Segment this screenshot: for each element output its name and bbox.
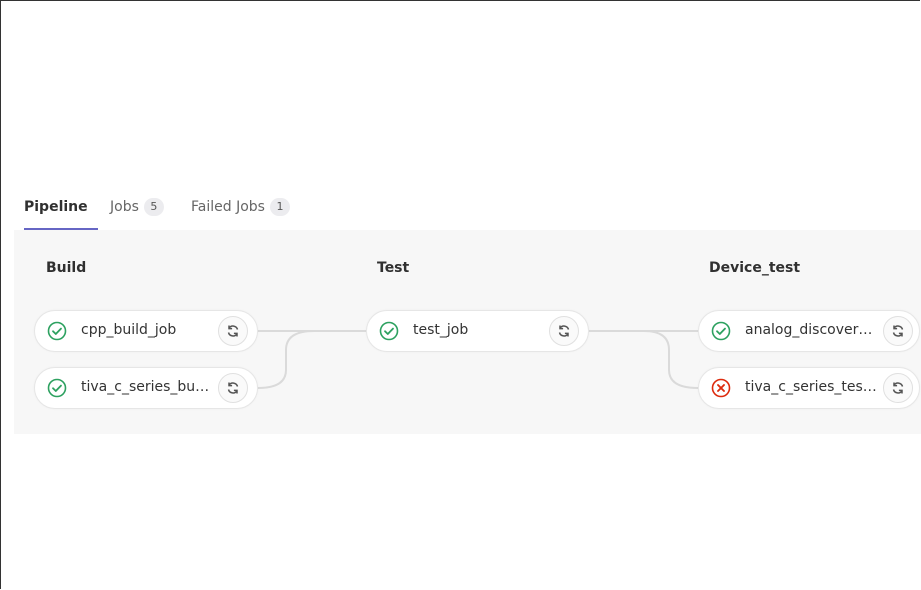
retry-icon bbox=[227, 325, 239, 337]
tab-failed-jobs[interactable]: Failed Jobs 1 bbox=[191, 184, 290, 229]
job-name: analog_discovery... bbox=[745, 322, 877, 338]
retry-icon bbox=[558, 325, 570, 337]
tab-failed-jobs-label: Failed Jobs bbox=[191, 198, 265, 215]
retry-button[interactable] bbox=[549, 316, 579, 346]
job-name: cpp_build_job bbox=[81, 322, 177, 338]
job-test[interactable]: test_job bbox=[366, 310, 589, 352]
pipeline-graph: Build cpp_build_job tiva_c_series_buil..… bbox=[14, 230, 921, 434]
failed-jobs-count-badge: 1 bbox=[269, 197, 290, 216]
job-cpp-build[interactable]: cpp_build_job bbox=[34, 310, 258, 352]
stage-title-test: Test bbox=[377, 260, 410, 276]
check-circle-icon bbox=[379, 321, 399, 341]
tab-jobs-label: Jobs bbox=[110, 198, 139, 215]
job-name: tiva_c_series_buil... bbox=[81, 379, 213, 395]
retry-icon bbox=[892, 325, 904, 337]
job-tiva-build[interactable]: tiva_c_series_buil... bbox=[34, 367, 258, 409]
job-name: tiva_c_series_test... bbox=[745, 379, 877, 395]
check-circle-icon bbox=[711, 321, 731, 341]
job-analog-discovery[interactable]: analog_discovery... bbox=[698, 310, 920, 352]
retry-button[interactable] bbox=[218, 316, 248, 346]
retry-button[interactable] bbox=[883, 373, 913, 403]
jobs-count-badge: 5 bbox=[143, 197, 164, 216]
job-tiva-test[interactable]: tiva_c_series_test... bbox=[698, 367, 920, 409]
pipeline-tabs: Pipeline Jobs 5 Failed Jobs 1 bbox=[14, 184, 921, 231]
tab-jobs[interactable]: Jobs 5 bbox=[110, 184, 164, 229]
link-test-device2 bbox=[643, 330, 699, 389]
check-circle-icon bbox=[47, 321, 67, 341]
check-circle-icon bbox=[47, 378, 67, 398]
tab-pipeline[interactable]: Pipeline bbox=[24, 184, 98, 230]
retry-icon bbox=[892, 382, 904, 394]
retry-button[interactable] bbox=[218, 373, 248, 403]
stage-title-device-test: Device_test bbox=[709, 260, 801, 276]
link-build2-test bbox=[257, 330, 315, 389]
retry-button[interactable] bbox=[883, 316, 913, 346]
stage-title-build: Build bbox=[46, 260, 87, 276]
tab-pipeline-label: Pipeline bbox=[24, 198, 88, 215]
job-name: test_job bbox=[413, 322, 469, 338]
x-circle-icon bbox=[711, 378, 731, 398]
retry-icon bbox=[227, 382, 239, 394]
